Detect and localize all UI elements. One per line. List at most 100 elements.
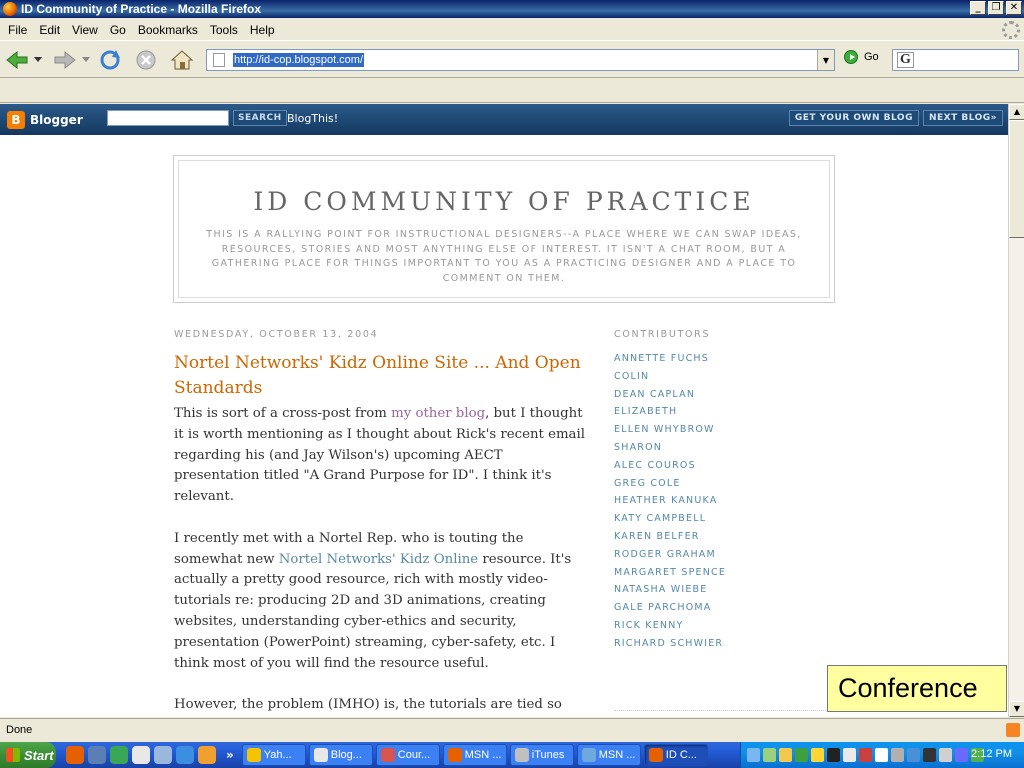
taskbar-button[interactable]: Cour... — [375, 744, 440, 766]
messenger-tray-icon[interactable] — [811, 748, 824, 762]
menu-file[interactable]: File — [2, 23, 33, 37]
forward-button[interactable] — [50, 47, 78, 73]
blog-title[interactable]: ID COMMUNITY OF PRACTICE — [179, 187, 829, 216]
scroll-thumb[interactable] — [1009, 120, 1024, 238]
next-blog-button[interactable]: NEXT BLOG» — [922, 110, 1003, 126]
menu-edit[interactable]: Edit — [33, 23, 66, 37]
post-paragraph: This is sort of a cross-post from my oth… — [174, 406, 585, 505]
contributor-link[interactable]: ALEC COUROS — [614, 457, 834, 475]
contributor-link[interactable]: SHARON — [614, 439, 834, 457]
scroll-down-button[interactable]: ▼ — [1009, 701, 1024, 717]
close-button[interactable]: ✕ — [1006, 1, 1022, 15]
stop-button[interactable] — [132, 47, 160, 73]
globe-launch-icon[interactable] — [88, 746, 106, 764]
quick-launch-overflow[interactable]: » — [226, 748, 234, 762]
back-button[interactable] — [4, 47, 32, 73]
ie-launch-icon[interactable] — [176, 746, 194, 764]
scroll-up-button[interactable]: ▲ — [1009, 104, 1024, 120]
forward-dropdown[interactable] — [80, 47, 92, 73]
refresh-launch-icon[interactable] — [110, 746, 128, 764]
notes-launch-icon[interactable] — [198, 746, 216, 764]
get-your-own-blog-button[interactable]: GET YOUR OWN BLOG — [788, 110, 919, 126]
back-dropdown[interactable] — [32, 47, 44, 73]
contributor-link[interactable]: COLIN — [614, 368, 834, 386]
taskbar-button-label: Blog... — [330, 749, 362, 761]
windows-logo-icon — [6, 748, 20, 762]
battery-tray-icon[interactable] — [859, 748, 872, 762]
contributor-link[interactable]: ELLEN WHYBROW — [614, 421, 834, 439]
speaker-tray-icon[interactable] — [939, 748, 952, 762]
blogger-search-input[interactable] — [107, 110, 229, 126]
contributor-link[interactable]: RICK KENNY — [614, 617, 834, 635]
contributor-link[interactable]: DEAN CAPLAN — [614, 386, 834, 404]
kidz-online-link[interactable]: Nortel Networks' Kidz Online — [279, 552, 478, 567]
url-text[interactable]: http://id-cop.blogspot.com/ — [233, 53, 365, 67]
menu-help[interactable]: Help — [244, 23, 281, 37]
network-tray-icon[interactable] — [747, 748, 760, 762]
blogthis-link[interactable]: BlogThis! — [287, 112, 338, 125]
network-launch-icon[interactable] — [154, 746, 172, 764]
my-other-blog-link[interactable]: my other blog — [391, 406, 485, 421]
restore-button[interactable]: ❐ — [988, 1, 1004, 15]
url-history-dropdown[interactable]: ▼ — [817, 50, 834, 70]
menu-tools[interactable]: Tools — [204, 23, 244, 37]
taskbar-button[interactable]: ID C... — [643, 744, 708, 766]
taskbar-button-label: iTunes — [531, 749, 565, 761]
contributor-link[interactable]: RICHARD SCHWIER — [614, 635, 834, 653]
vertical-scrollbar[interactable]: ▲ ▼ — [1008, 104, 1024, 717]
taskbar-button[interactable]: Blog... — [308, 744, 373, 766]
contributor-link[interactable]: NATASHA WIEBE — [614, 581, 834, 599]
quick-launch: » — [66, 746, 234, 764]
contributor-link[interactable]: MARGARET SPENCE — [614, 564, 834, 582]
firefox-launch-icon[interactable] — [66, 746, 84, 764]
minimize-button[interactable]: _ — [970, 1, 986, 15]
chevron-down-icon — [82, 57, 90, 62]
rss-icon[interactable] — [1006, 723, 1020, 737]
shield-tray-icon[interactable] — [779, 748, 792, 762]
contributor-link[interactable]: GALE PARCHOMA — [614, 599, 834, 617]
search-input[interactable]: G — [892, 49, 1019, 71]
taskbar-button-label: MSN ... — [464, 749, 502, 761]
stop-icon — [136, 50, 156, 70]
menu-view[interactable]: View — [66, 23, 104, 37]
contributor-link[interactable]: HEATHER KANUKA — [614, 492, 834, 510]
menu-go[interactable]: Go — [104, 23, 132, 37]
menu-bookmarks[interactable]: Bookmarks — [132, 23, 204, 37]
throbber-icon — [1002, 21, 1020, 39]
sync-tray-icon[interactable] — [763, 748, 776, 762]
contributor-link[interactable]: RODGER GRAHAM — [614, 546, 834, 564]
grid-tray-icon[interactable] — [827, 748, 840, 762]
clock[interactable]: 2:12 PM — [971, 748, 1012, 760]
bluetooth-tray-icon[interactable] — [955, 748, 968, 762]
post-title[interactable]: Nortel Networks' Kidz Online Site ... An… — [174, 351, 586, 401]
taskbar-button[interactable]: MSN ... — [442, 744, 507, 766]
blogger-icon: B — [7, 110, 25, 129]
post-paragraph: However, the problem (IMHO) is, the tuto… — [174, 697, 562, 713]
contributor-link[interactable]: KATY CAMPBELL — [614, 510, 834, 528]
doc-tray-icon[interactable] — [875, 748, 888, 762]
printer-tray-icon[interactable] — [891, 748, 904, 762]
contributor-link[interactable]: ANNETTE FUCHS — [614, 350, 834, 368]
sticky-note[interactable]: Conference — [827, 665, 1007, 712]
start-button[interactable]: Start — [0, 742, 56, 768]
contributor-link[interactable]: GREG COLE — [614, 475, 834, 493]
check-tray-icon[interactable] — [923, 748, 936, 762]
home-button[interactable] — [168, 47, 196, 73]
monitor-tray-icon[interactable] — [907, 748, 920, 762]
window-title-bar[interactable]: ID Community of Practice - Mozilla Firef… — [0, 0, 1024, 18]
contributor-link[interactable]: ELIZABETH — [614, 403, 834, 421]
go-button[interactable]: Go — [844, 50, 879, 64]
mail-launch-icon[interactable] — [132, 746, 150, 764]
antivirus-tray-icon[interactable] — [795, 748, 808, 762]
taskbar-button[interactable]: Yah... — [241, 744, 306, 766]
blogger-logo[interactable]: B Blogger — [7, 110, 83, 129]
contributor-link[interactable]: KAREN BELFER — [614, 528, 834, 546]
sun-tray-icon[interactable] — [843, 748, 856, 762]
app-icon — [313, 748, 328, 762]
reload-button[interactable] — [96, 47, 124, 73]
blogger-search-button[interactable]: SEARCH — [233, 110, 287, 126]
taskbar-button[interactable]: iTunes — [509, 744, 574, 766]
address-bar[interactable]: http://id-cop.blogspot.com/ ▼ — [206, 49, 835, 71]
system-tray: 2:12 PM — [740, 742, 1024, 768]
taskbar-button[interactable]: MSN ... — [576, 744, 641, 766]
